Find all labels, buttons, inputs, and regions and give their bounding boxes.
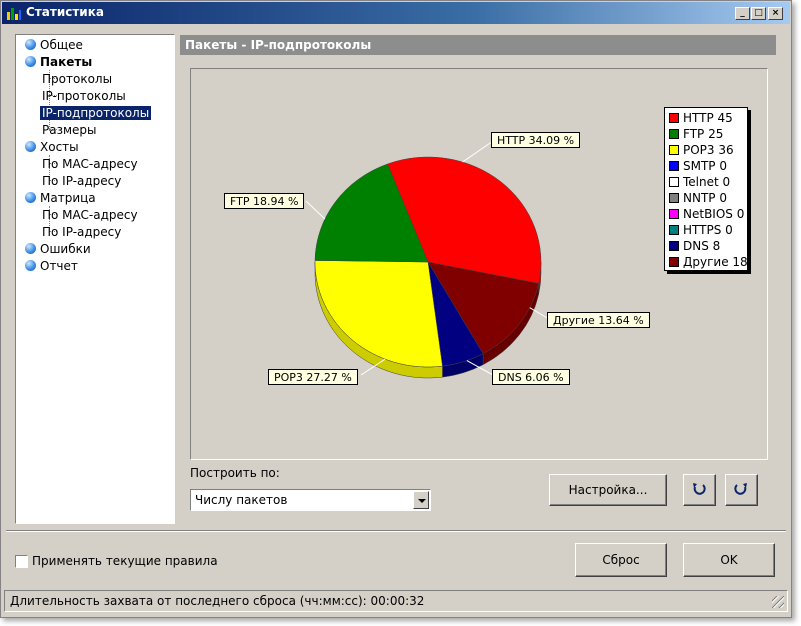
leader-line-http (462, 140, 494, 163)
legend-label: Telnet 0 (683, 175, 731, 189)
rotate-right-button[interactable] (725, 474, 758, 506)
legend-swatch (669, 257, 679, 267)
legend-label: SMTP 0 (683, 159, 727, 173)
legend-label: DNS 8 (683, 239, 721, 253)
rotate-right-icon (734, 483, 747, 495)
resize-grip[interactable] (772, 596, 784, 608)
ok-button[interactable]: OK (683, 543, 775, 577)
pie-label-ftp: FTP 18.94 % (224, 193, 305, 209)
legend-swatch (669, 225, 679, 235)
status-text: Длительность захвата от последнего сброс… (10, 594, 425, 608)
apply-rules-label[interactable]: Применять текущие правила (32, 554, 218, 568)
legend-swatch (669, 161, 679, 171)
legend-swatch (669, 209, 679, 219)
chevron-down-icon[interactable] (413, 491, 429, 509)
legend-swatch (669, 145, 679, 155)
pie-label-dns: DNS 6.06 % (492, 369, 570, 385)
rotate-left-icon (693, 483, 706, 495)
legend-label: Другие 18 (683, 255, 748, 269)
legend-label: NNTP 0 (683, 191, 727, 205)
rotate-left-button[interactable] (683, 474, 716, 506)
pie-label-other: Другие 13.64 % (547, 312, 650, 328)
chart-legend: HTTP 45 FTP 25 POP3 36 SMTP 0 Telnet 0 NNTP 0… (664, 107, 748, 271)
divider (6, 530, 786, 532)
pie-label-pop3: POP3 27.27 % (268, 369, 358, 385)
legend-label: POP3 36 (683, 143, 734, 157)
legend-swatch (669, 193, 679, 203)
pie-label-http: HTTP 34.09 % (491, 132, 581, 148)
build-by-value: Числу пакетов (195, 493, 288, 507)
apply-rules-checkbox[interactable] (15, 555, 28, 568)
build-by-label: Построить по: (190, 466, 280, 480)
legend-label: NetBIOS 0 (683, 207, 745, 221)
status-bar: Длительность захвата от последнего сброс… (4, 590, 788, 612)
reset-button[interactable]: Сброс (575, 543, 667, 577)
leader-line-ftp (305, 200, 326, 220)
legend-swatch (669, 177, 679, 187)
legend-swatch (669, 113, 679, 123)
legend-label: HTTPS 0 (683, 223, 733, 237)
pie-slice-pop3 (314, 260, 443, 368)
statistics-window: Статистика _ □ × Общее Пакеты Протоколы … (0, 0, 792, 618)
build-by-select[interactable]: Числу пакетов (190, 489, 431, 511)
settings-button[interactable]: Настройка... (549, 474, 667, 506)
legend-swatch (669, 129, 679, 139)
legend-label: HTTP 45 (683, 111, 733, 125)
legend-label: FTP 25 (683, 127, 724, 141)
legend-swatch (669, 241, 679, 251)
